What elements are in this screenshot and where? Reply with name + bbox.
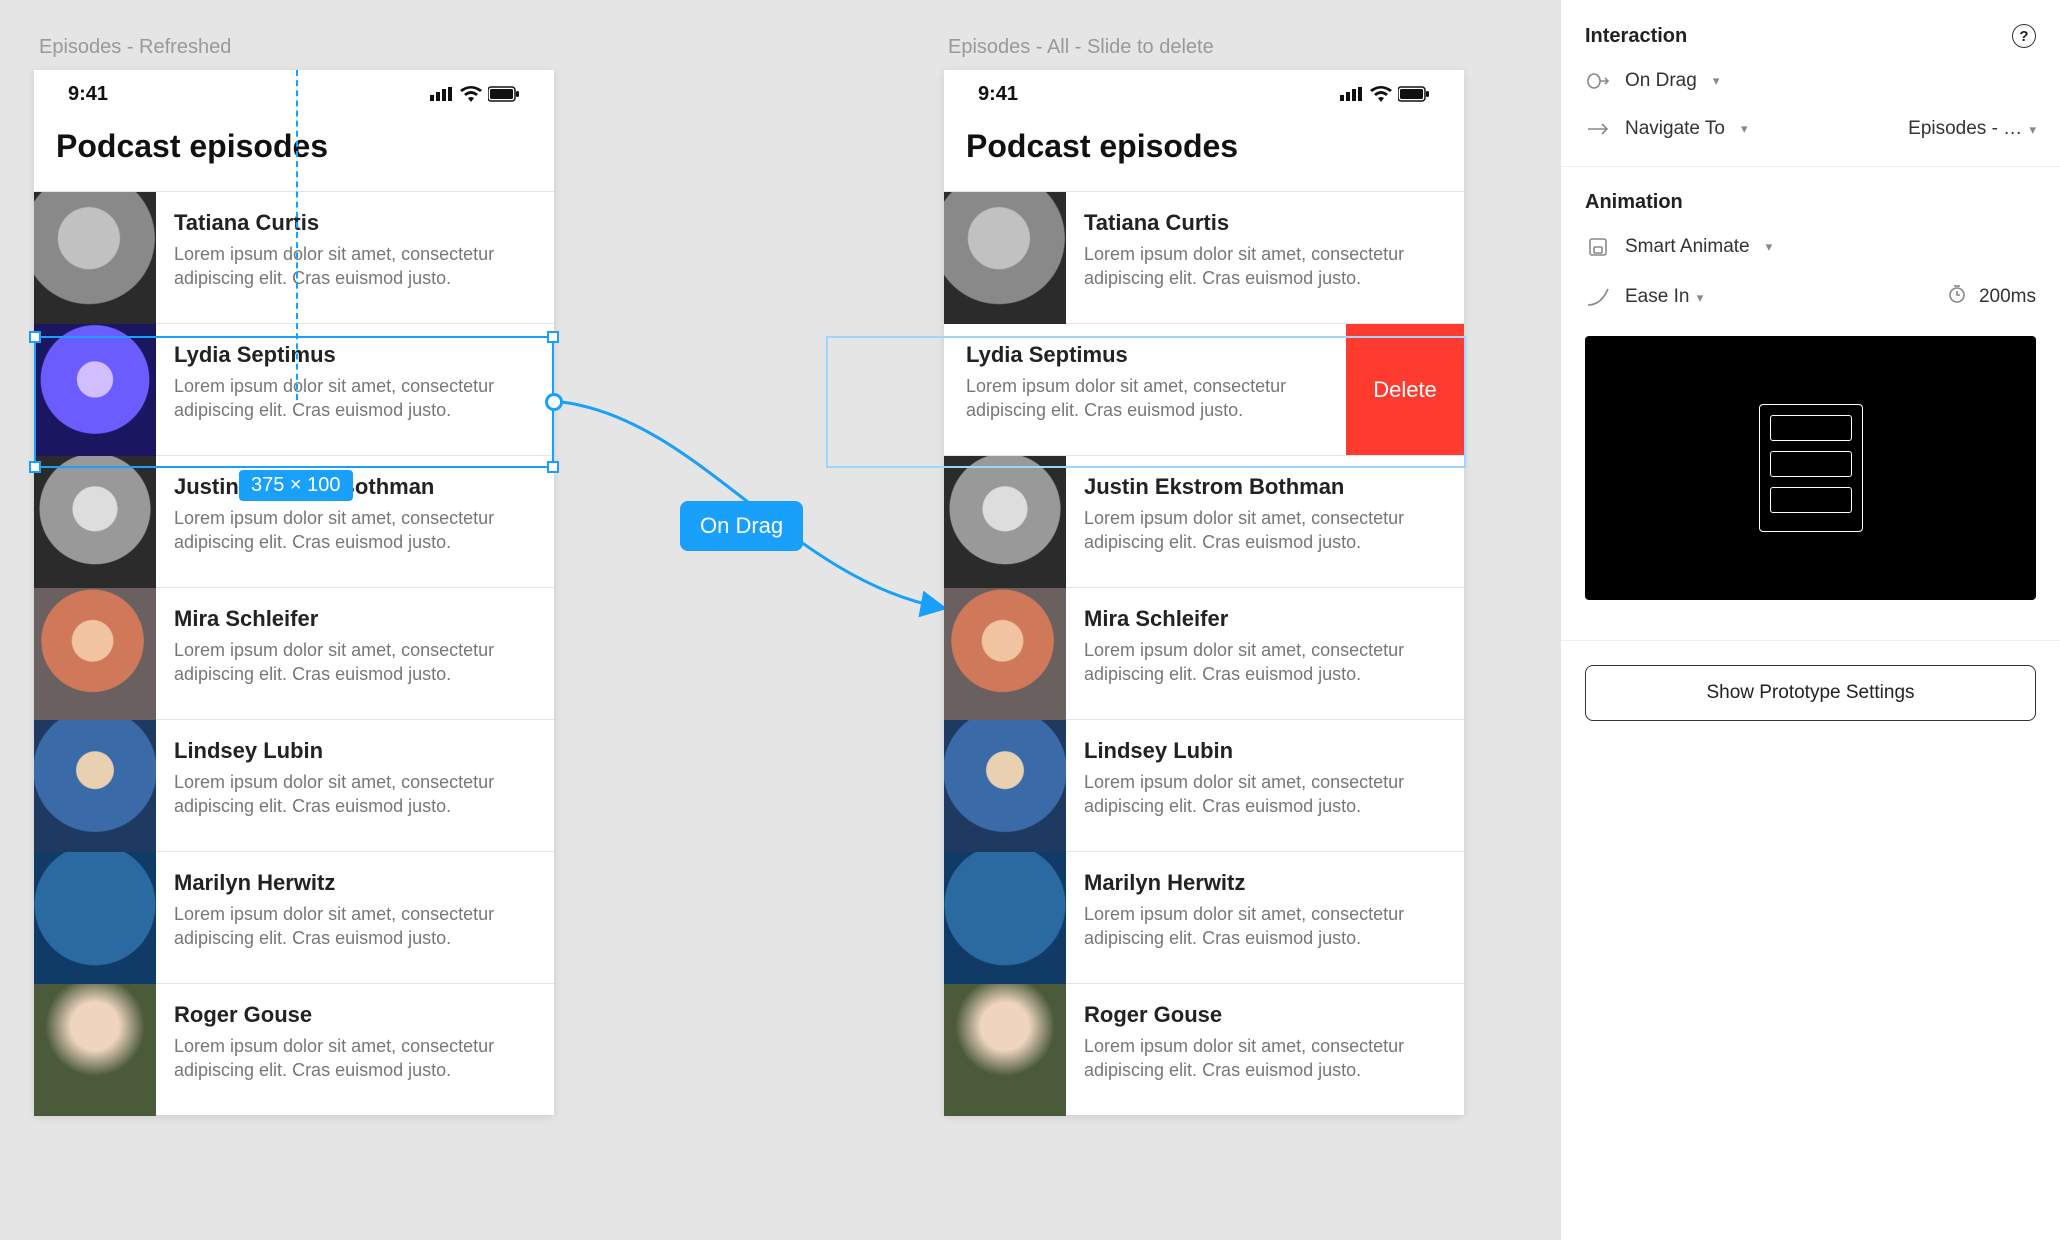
row-desc: Lorem ipsum dolor sit amet, consectetur … — [174, 1034, 536, 1083]
row-desc: Lorem ipsum dolor sit amet, consectetur … — [174, 902, 536, 951]
duration-icon — [1947, 284, 1967, 310]
trigger-label: On Drag — [1625, 70, 1697, 92]
status-icons — [1340, 86, 1430, 102]
list-item[interactable]: Roger Gouse Lorem ipsum dolor sit amet, … — [34, 983, 554, 1115]
row-name: Tatiana Curtis — [1084, 210, 1446, 236]
row-name: Marilyn Herwitz — [1084, 870, 1446, 896]
row-desc: Lorem ipsum dolor sit amet, consectetur … — [174, 506, 536, 555]
layout-guide — [296, 70, 298, 400]
section-title-interaction: Interaction — [1585, 25, 1687, 48]
row-name: Lindsey Lubin — [174, 738, 536, 764]
avatar — [34, 456, 156, 588]
selection-dimensions-badge: 375 × 100 — [239, 470, 353, 501]
avatar — [34, 852, 156, 984]
list-item-swiped[interactable]: Lydia Septimus Lorem ipsum dolor sit ame… — [826, 323, 1464, 455]
row-desc: Lorem ipsum dolor sit amet, consectetur … — [1084, 770, 1446, 819]
row-desc: Lorem ipsum dolor sit amet, consectetur … — [174, 242, 536, 291]
design-canvas[interactable]: Episodes - Refreshed 9:41 Podcast episod… — [0, 0, 1560, 1240]
row-name: Lydia Septimus — [174, 342, 536, 368]
row-name: Roger Gouse — [174, 1002, 536, 1028]
avatar — [34, 720, 156, 852]
row-desc: Lorem ipsum dolor sit amet, consectetur … — [1084, 1034, 1446, 1083]
frame-label-b[interactable]: Episodes - All - Slide to delete — [948, 36, 1214, 59]
phone-frame-b[interactable]: 9:41 Podcast episodes Tatiana Curtis Lor… — [944, 70, 1464, 1115]
avatar — [34, 192, 156, 324]
row-name: Tatiana Curtis — [174, 210, 536, 236]
list-item[interactable]: Marilyn Herwitz Lorem ipsum dolor sit am… — [944, 851, 1464, 983]
frame-label-a[interactable]: Episodes - Refreshed — [39, 36, 231, 59]
list-item[interactable]: Lindsey Lubin Lorem ipsum dolor sit amet… — [34, 719, 554, 851]
avatar — [944, 852, 1066, 984]
row-name: Marilyn Herwitz — [174, 870, 536, 896]
row-desc: Lorem ipsum dolor sit amet, consectetur … — [174, 770, 536, 819]
avatar — [944, 588, 1066, 720]
inspector-panel: Interaction ? On Drag ▾ Navigate To ▾ Ep… — [1560, 0, 2060, 1240]
avatar — [944, 720, 1066, 852]
list-item[interactable]: Roger Gouse Lorem ipsum dolor sit amet, … — [944, 983, 1464, 1115]
status-time: 9:41 — [978, 83, 1018, 106]
chevron-down-icon: ▾ — [1697, 290, 1704, 305]
avatar — [34, 588, 156, 720]
list-item[interactable]: Mira Schleifer Lorem ipsum dolor sit ame… — [944, 587, 1464, 719]
avatar — [944, 984, 1066, 1116]
row-name: Mira Schleifer — [174, 606, 536, 632]
screen-title: Podcast episodes — [944, 118, 1464, 191]
chevron-down-icon: ▾ — [1713, 73, 1720, 89]
action-label: Navigate To — [1625, 118, 1725, 140]
chevron-down-icon: ▾ — [1766, 239, 1773, 255]
screen-title: Podcast episodes — [34, 118, 554, 191]
status-bar: 9:41 — [34, 70, 554, 118]
avatar — [944, 192, 1066, 324]
phone-frame-a[interactable]: 9:41 Podcast episodes Tatiana Curtis Lor… — [34, 70, 554, 1115]
list-item[interactable]: Lydia Septimus Lorem ipsum dolor sit ame… — [34, 323, 554, 455]
list-item[interactable]: Tatiana Curtis Lorem ipsum dolor sit ame… — [34, 191, 554, 323]
drag-icon — [1585, 73, 1611, 89]
row-desc: Lorem ipsum dolor sit amet, consectetur … — [1084, 638, 1446, 687]
show-prototype-settings-button[interactable]: Show Prototype Settings — [1585, 665, 2036, 721]
arrow-right-icon — [1585, 122, 1611, 136]
trigger-select[interactable]: On Drag ▾ — [1585, 70, 2036, 92]
list-item[interactable]: Lindsey Lubin Lorem ipsum dolor sit amet… — [944, 719, 1464, 851]
avatar — [944, 456, 1066, 588]
list-item[interactable]: Mira Schleifer Lorem ipsum dolor sit ame… — [34, 587, 554, 719]
row-desc: Lorem ipsum dolor sit amet, consectetur … — [1084, 902, 1446, 951]
animation-preview — [1585, 336, 2036, 600]
row-name: Justin Ekstrom Bothman — [174, 474, 536, 500]
prototype-trigger-badge[interactable]: On Drag — [680, 501, 803, 551]
animation-type-label: Smart Animate — [1625, 236, 1750, 258]
list-item[interactable]: Tatiana Curtis Lorem ipsum dolor sit ame… — [944, 191, 1464, 323]
help-icon[interactable]: ? — [2012, 24, 2036, 48]
row-desc: Lorem ipsum dolor sit amet, consectetur … — [966, 374, 1328, 423]
row-name: Mira Schleifer — [1084, 606, 1446, 632]
destination-select[interactable]: Episodes - … ▾ — [1908, 118, 2036, 140]
list-item[interactable]: Justin Ekstrom Bothman Lorem ipsum dolor… — [944, 455, 1464, 587]
row-name: Lydia Septimus — [966, 342, 1328, 368]
easing-select[interactable]: Ease In ▾ — [1625, 286, 1703, 308]
status-bar: 9:41 — [944, 70, 1464, 118]
row-desc: Lorem ipsum dolor sit amet, consectetur … — [174, 374, 536, 423]
list-item[interactable]: Marilyn Herwitz Lorem ipsum dolor sit am… — [34, 851, 554, 983]
avatar — [34, 984, 156, 1116]
row-name: Justin Ekstrom Bothman — [1084, 474, 1446, 500]
row-name: Roger Gouse — [1084, 1002, 1446, 1028]
smart-animate-icon — [1585, 237, 1611, 257]
section-title-animation: Animation — [1585, 191, 1683, 214]
delete-button[interactable]: Delete — [1346, 324, 1464, 455]
duration-input[interactable]: 200ms — [1979, 286, 2036, 308]
divider — [1561, 166, 2060, 167]
row-name: Lindsey Lubin — [1084, 738, 1446, 764]
avatar — [34, 324, 156, 456]
easing-icon — [1585, 288, 1611, 306]
chevron-down-icon: ▾ — [2029, 122, 2036, 137]
row-desc: Lorem ipsum dolor sit amet, consectetur … — [1084, 242, 1446, 291]
status-icons — [430, 86, 520, 102]
animation-type-select[interactable]: Smart Animate ▾ — [1585, 236, 2036, 258]
chevron-down-icon: ▾ — [1741, 121, 1748, 137]
action-select[interactable]: Navigate To ▾ Episodes - … ▾ — [1585, 118, 2036, 140]
divider — [1561, 640, 2060, 641]
row-desc: Lorem ipsum dolor sit amet, consectetur … — [1084, 506, 1446, 555]
status-time: 9:41 — [68, 83, 108, 106]
row-desc: Lorem ipsum dolor sit amet, consectetur … — [174, 638, 536, 687]
